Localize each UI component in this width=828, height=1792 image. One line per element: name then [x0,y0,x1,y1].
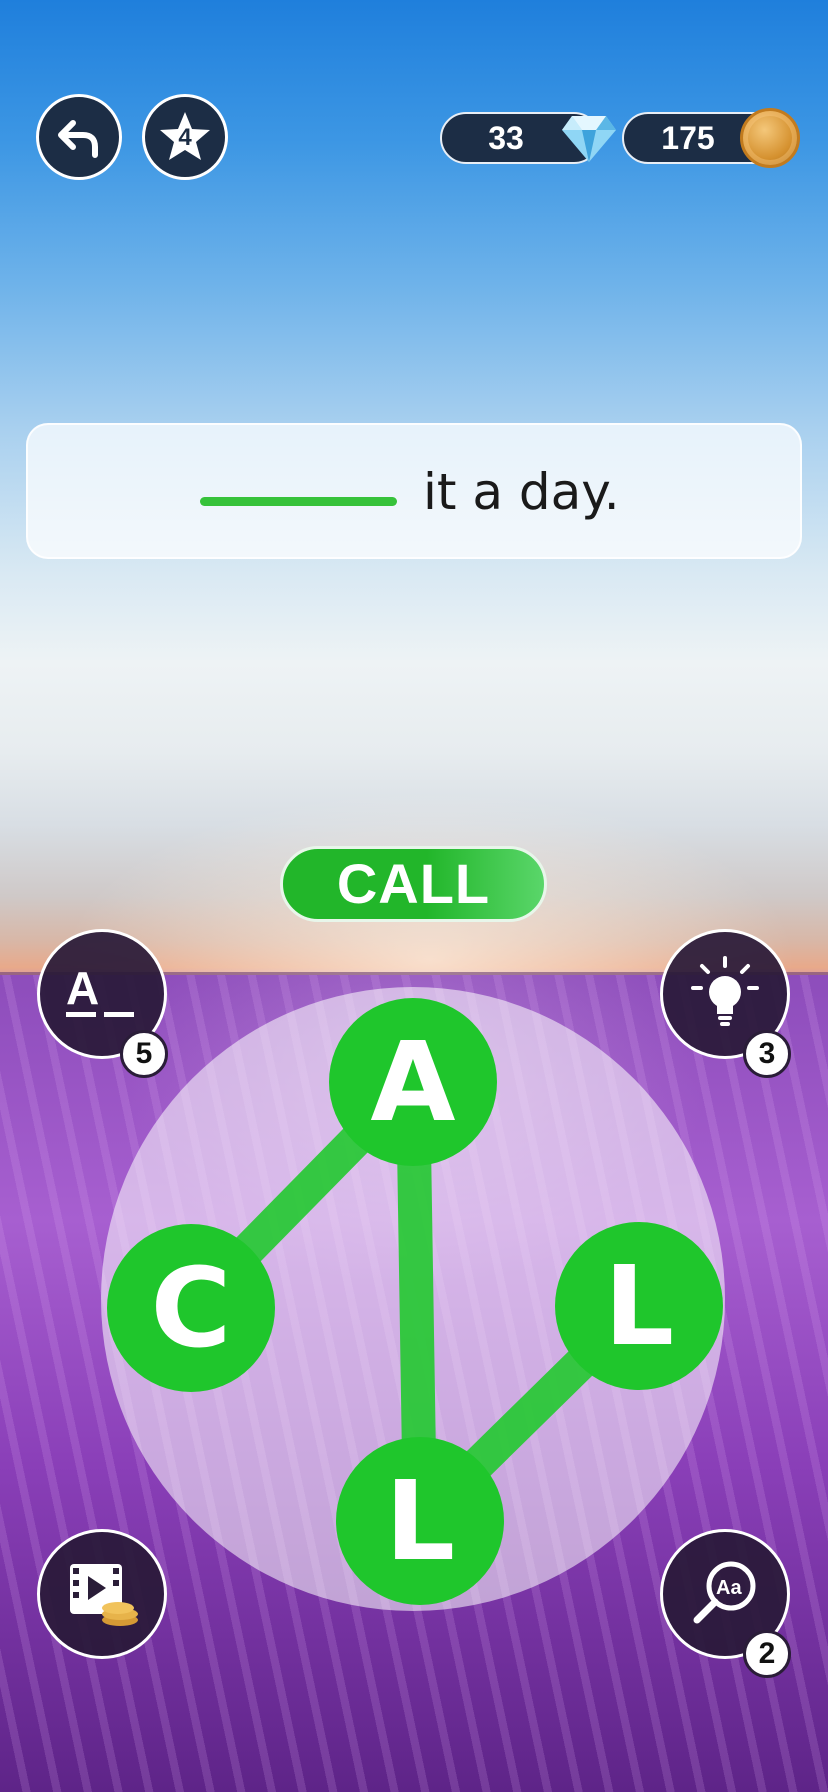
letter-tile-top[interactable]: A [329,998,497,1166]
reveal-letter-button[interactable]: A 5 [37,929,168,1078]
video-coins-icon [70,1564,138,1626]
hint-button[interactable]: 3 [660,929,791,1078]
letter-tile-left[interactable]: C [107,1224,275,1392]
clue-card: it a day. [26,423,802,559]
lookup-count: 2 [743,1630,791,1678]
background-sky [0,540,828,1000]
answer-blank [200,497,397,506]
watch-video-button[interactable] [37,1529,167,1659]
level-star-button[interactable]: 4 [142,94,228,180]
reveal-letter-count: 5 [120,1030,168,1078]
level-number: 4 [178,124,192,151]
letter-tile-bottom[interactable]: L [336,1437,504,1605]
hint-count: 3 [743,1030,791,1078]
lookup-button[interactable]: Aa 2 [660,1529,791,1678]
letter-reveal-icon: A [66,964,134,1017]
magnifier-aa-icon: Aa [693,1561,756,1624]
back-arrow-icon [58,120,98,158]
back-button[interactable] [36,94,122,180]
lightbulb-icon [691,956,759,1026]
coins-counter[interactable]: 175 [622,108,800,168]
current-word-display: CALL [280,846,547,922]
svg-text:Aa: Aa [716,1577,742,1599]
letter-tile-right[interactable]: L [555,1222,723,1390]
clue-text: it a day. [423,463,620,521]
svg-text:A: A [66,964,99,1014]
coin-icon [740,108,800,168]
diamond-icon [562,116,616,162]
gems-counter[interactable]: 33 [440,112,616,164]
